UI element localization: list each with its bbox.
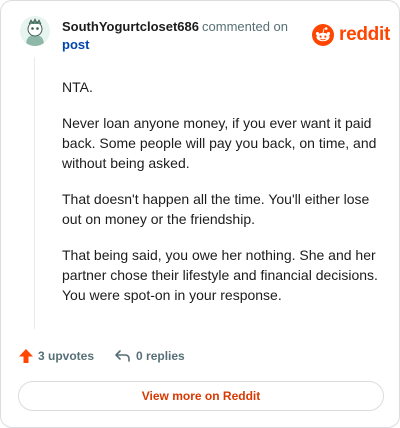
upvote-count: 3 upvotes [38,349,95,363]
reply-count: 0 replies [136,349,185,363]
view-more-on-reddit-button[interactable]: View more on Reddit [18,381,384,411]
upvote-arrow-icon [19,349,33,363]
comment-paragraph: That doesn't happen all the time. You'll… [62,191,370,227]
reddit-wordmark: reddit [339,24,390,45]
comment-paragraph: NTA. [62,79,93,95]
reddit-snoo-icon [312,24,334,46]
upvote-button[interactable]: 3 upvotes [18,348,94,364]
avatar-icon [20,16,50,46]
replies-button[interactable]: 0 replies [114,348,185,364]
post-link[interactable]: post [62,36,288,53]
comment-embed-card: SouthYogurtcloset686 commented on post re… [0,0,400,428]
username-link[interactable]: SouthYogurtcloset686 [62,19,199,34]
commented-on-text: commented on [202,19,289,34]
user-avatar[interactable] [20,16,50,46]
comment-actions: 3 upvotes 0 replies [18,346,185,366]
reply-arrow-icon [115,350,130,362]
comment-body: NTA. Never loan anyone money, if you eve… [62,77,380,321]
comment-paragraph: That being said, you owe her nothing. Sh… [62,247,378,303]
comment-header: SouthYogurtcloset686 commented on post [62,18,288,53]
reddit-logo[interactable]: reddit [312,22,390,48]
thread-line [34,57,35,329]
comment-paragraph: Never loan anyone money, if you ever wan… [62,115,377,171]
